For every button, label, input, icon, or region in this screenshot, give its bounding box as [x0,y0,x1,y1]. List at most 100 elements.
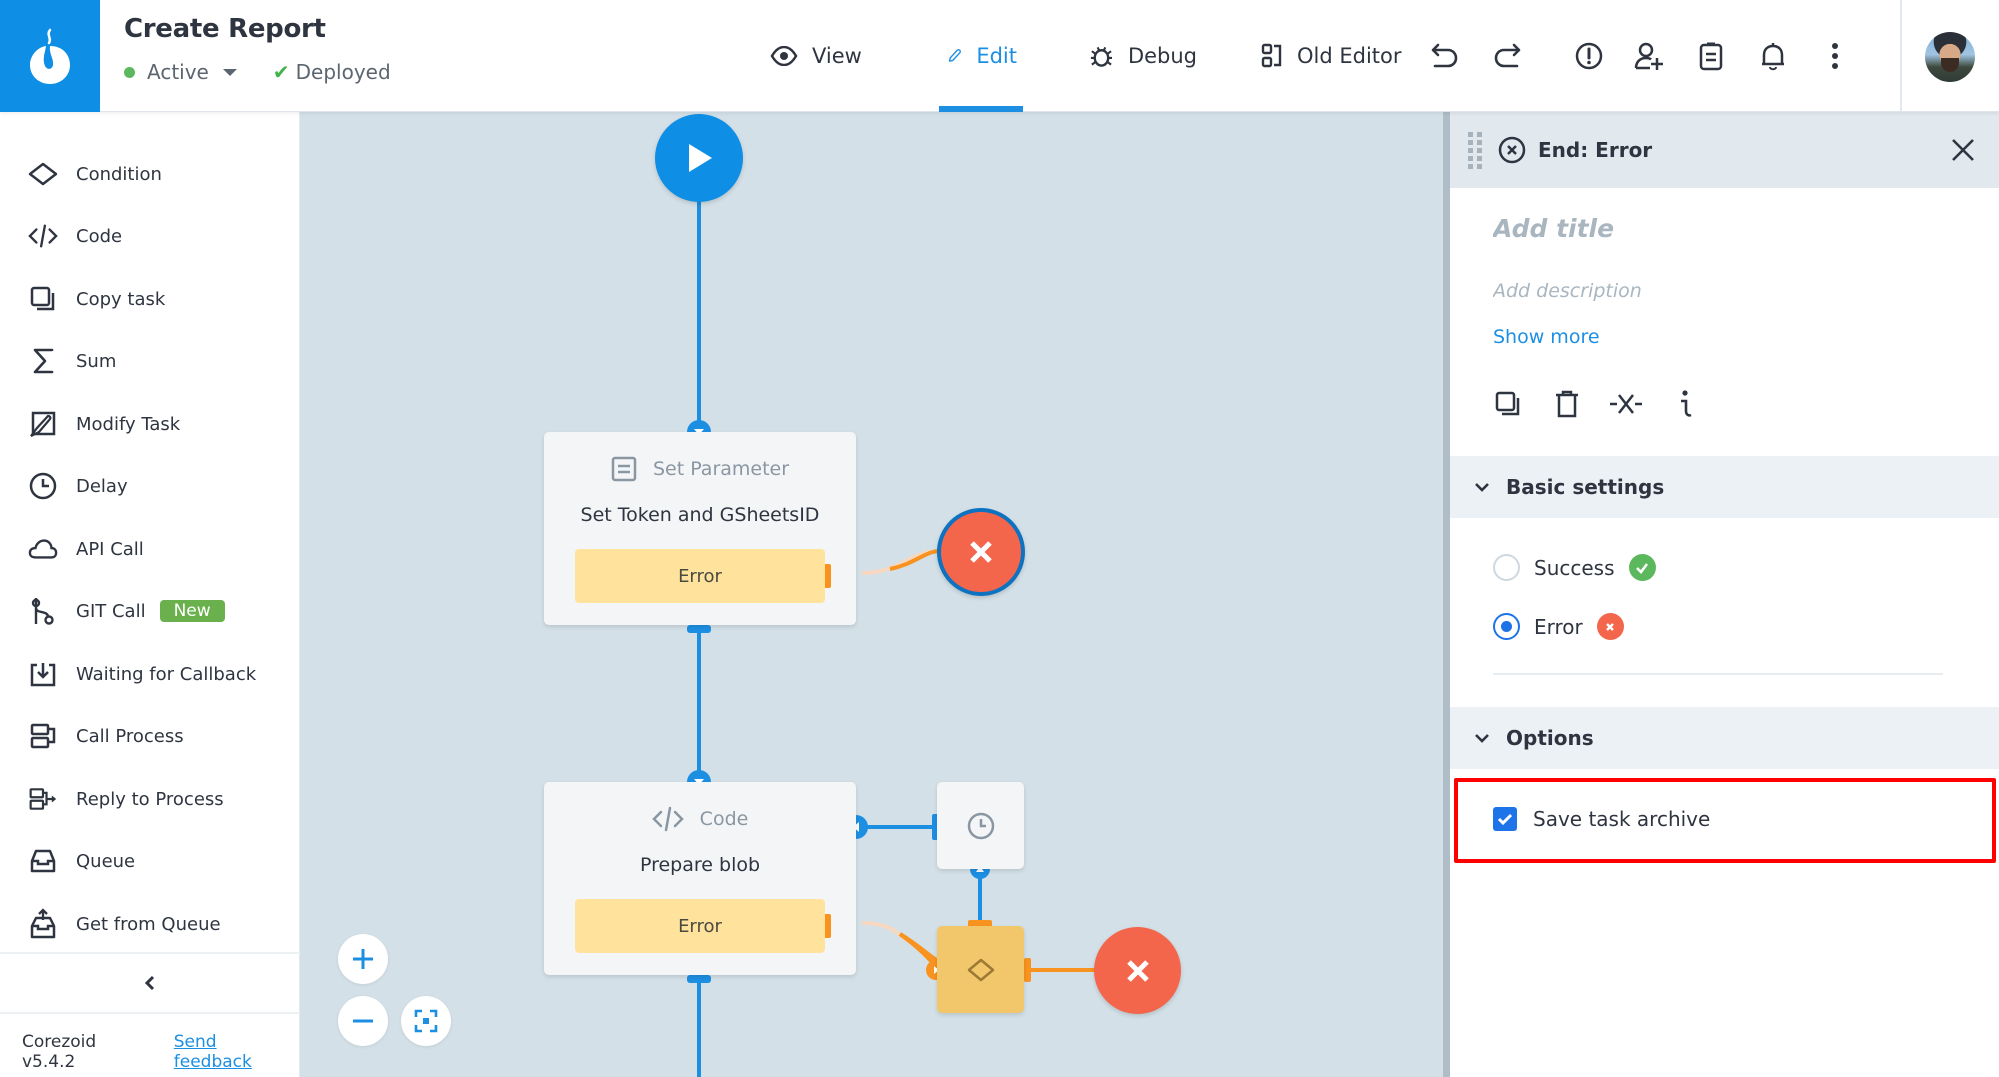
user-avatar[interactable] [1925,32,1975,82]
send-feedback-link[interactable]: Send feedback [174,1032,299,1072]
process-canvas[interactable]: Set Parameter Set Token and GSheetsID Er… [300,112,1445,1077]
sidebar-item-label: API Call [76,538,144,560]
call-process-icon [28,721,58,751]
sidebar-item-label: Waiting for Callback [76,663,257,685]
clipboard-button[interactable] [1691,36,1731,76]
end-error-node[interactable] [1094,927,1181,1014]
sidebar-item-delay[interactable]: Delay [28,466,128,506]
play-icon [689,144,712,172]
tab-debug[interactable]: Debug [1083,0,1203,112]
basic-settings-section[interactable]: Basic settings [1450,456,1999,518]
zoom-out-button[interactable] [338,996,388,1046]
sidebar-item-condition[interactable]: Condition [28,154,162,194]
sidebar-item-get-from-queue[interactable]: Get from Queue [28,904,221,944]
cloud-icon [28,534,58,564]
node-palette-sidebar: Condition Code Copy task Sum Modify Task… [0,112,300,1077]
collapse-sidebar-button[interactable] [0,952,300,1014]
clock-icon [967,812,994,839]
header-actions [1425,30,1855,82]
close-x-icon [970,541,992,563]
node-type-label: Set Parameter [652,458,790,480]
node-toolbar [1486,382,1722,426]
radio-label: Error [1534,614,1583,639]
undo-button[interactable] [1425,36,1465,76]
sidebar-footer: Corezoid v5.4.2 Send feedback [22,1032,299,1072]
sidebar-item-waiting-for-callback[interactable]: Waiting for Callback [28,654,256,694]
options-section[interactable]: Options [1450,707,1999,769]
sidebar-item-call-process[interactable]: Call Process [28,716,184,756]
divider [1493,673,1943,675]
more-menu-button[interactable] [1815,36,1855,76]
sidebar-item-queue[interactable]: Queue [28,841,135,881]
node-title-input[interactable] [1493,214,1953,243]
radio-label: Success [1534,555,1615,580]
process-title: Create Report [124,14,326,44]
eye-icon [770,46,798,66]
copy-node-button[interactable] [1486,382,1530,426]
error-option[interactable]: Error [1493,613,1624,640]
set-parameter-node[interactable]: Set Parameter Set Token and GSheetsID Er… [544,432,856,625]
delete-node-button[interactable] [1545,382,1589,426]
alert-button[interactable] [1569,36,1609,76]
sidebar-item-label: Get from Queue [76,913,221,935]
error-x-icon [1596,613,1624,640]
error-radio[interactable] [1493,613,1520,640]
sidebar-item-code[interactable]: Code [28,216,122,256]
queue-icon [28,846,58,876]
connections-layer [687,157,1100,1077]
disconnect-node-button[interactable] [1604,382,1648,426]
sidebar-item-copy-task[interactable]: Copy task [28,279,165,319]
code-node[interactable]: Code Prepare blob Error [544,782,856,975]
plus-icon [353,949,373,969]
sidebar-item-reply-to-process[interactable]: Reply to Process [28,779,224,819]
node-error-branch[interactable]: Error [575,549,831,603]
tab-view[interactable]: View [764,0,884,112]
redo-button[interactable] [1487,36,1527,76]
notifications-button[interactable] [1753,36,1793,76]
success-option[interactable]: Success [1493,554,1656,581]
tab-debug-label: Debug [1127,44,1197,68]
condition-node[interactable] [937,926,1024,1013]
node-name: Prepare blob [639,854,761,876]
app-header: Create Report Active ✔ Deployed View Edi… [0,0,1999,112]
sidebar-item-label: Code [76,225,123,247]
sidebar-item-label: Copy task [76,288,166,310]
tab-edit[interactable]: Edit [939,0,1023,112]
close-x-icon [1126,959,1149,982]
sidebar-item-git-call[interactable]: GIT Call New [28,591,225,631]
node-error-branch[interactable]: Error [575,899,831,953]
drag-handle-icon[interactable] [1468,131,1482,169]
chevron-down-icon[interactable] [222,68,237,76]
node-description-input[interactable] [1493,280,1953,302]
status-dropdown[interactable]: Active [147,60,209,84]
end-error-node-selected[interactable] [937,508,1025,596]
info-icon [1681,390,1692,417]
minus-icon [353,1019,373,1023]
add-user-button[interactable] [1629,36,1669,76]
corezoid-logo[interactable] [0,0,100,112]
sidebar-item-sum[interactable]: Sum [28,341,116,381]
success-radio[interactable] [1493,554,1520,581]
tab-old-editor[interactable]: Old Editor [1255,0,1415,112]
zoom-in-button[interactable] [338,934,388,984]
delay-node[interactable] [937,782,1024,869]
tab-view-label: View [812,44,862,68]
sidebar-item-label: Sum [76,350,117,372]
fit-view-button[interactable] [401,996,451,1046]
copy-icon [1495,391,1520,416]
error-connection [889,549,941,571]
redo-icon [1494,43,1521,68]
active-status-dot [124,66,135,78]
sidebar-item-modify-task[interactable]: Modify Task [28,404,180,444]
modify-icon [28,409,58,439]
sidebar-item-label: GIT Call [76,600,146,622]
sidebar-item-label: Call Process [76,725,184,747]
clock-icon [28,471,58,501]
chevron-down-icon [1475,483,1489,492]
show-more-link[interactable]: Show more [1493,326,1600,348]
sidebar-item-api-call[interactable]: API Call [28,529,144,569]
info-button[interactable] [1663,382,1707,426]
header-divider [1900,0,1902,112]
close-panel-button[interactable] [1947,134,1979,166]
start-node[interactable] [655,114,743,202]
